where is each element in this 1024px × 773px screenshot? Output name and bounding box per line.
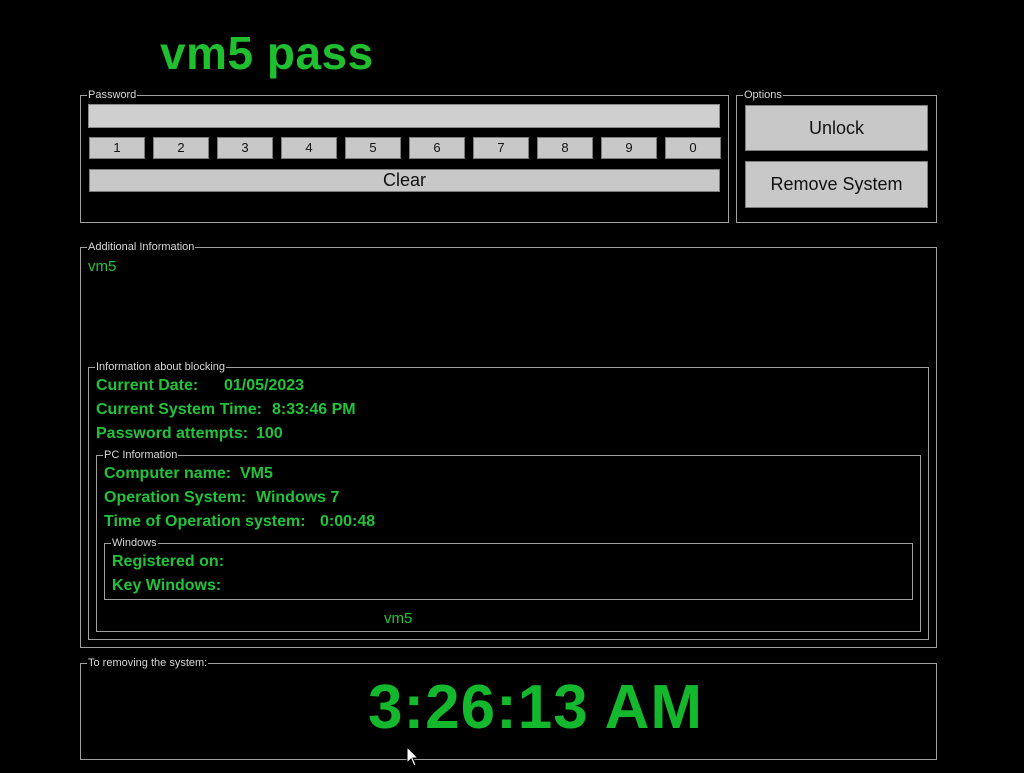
additional-info-legend: Additional Information bbox=[88, 241, 195, 253]
clear-button[interactable]: Clear bbox=[89, 169, 720, 192]
digit-button-7[interactable]: 7 bbox=[473, 137, 529, 159]
digit-button-9[interactable]: 9 bbox=[601, 137, 657, 159]
digit-button-5[interactable]: 5 bbox=[345, 137, 401, 159]
blocking-info-legend: Information about blocking bbox=[96, 361, 226, 373]
options-group-legend: Options bbox=[744, 89, 782, 101]
digit-button-8[interactable]: 8 bbox=[537, 137, 593, 159]
key-windows-label: Key Windows: bbox=[112, 577, 222, 594]
operation-system-label: Operation System: bbox=[104, 489, 247, 506]
digit-button-2[interactable]: 2 bbox=[153, 137, 209, 159]
windows-group: Windows bbox=[104, 537, 913, 600]
digit-button-0[interactable]: 0 bbox=[665, 137, 721, 159]
current-date-value: 01/05/2023 bbox=[224, 377, 305, 394]
os-uptime-value: 0:00:48 bbox=[320, 513, 376, 530]
removal-countdown: 3:26:13 AM bbox=[368, 673, 704, 742]
current-date-label: Current Date: bbox=[96, 377, 199, 394]
password-attempts-label: Password attempts: bbox=[96, 425, 249, 442]
pc-info-legend: PC Information bbox=[104, 449, 178, 461]
computer-name-value: VM5 bbox=[240, 465, 273, 482]
password-group-legend: Password bbox=[88, 89, 137, 101]
system-time-label: Current System Time: bbox=[96, 401, 262, 418]
operation-system-value: Windows 7 bbox=[256, 489, 340, 506]
password-attempts-value: 100 bbox=[256, 425, 283, 442]
digit-button-3[interactable]: 3 bbox=[217, 137, 273, 159]
removal-legend: To removing the system: bbox=[88, 657, 208, 669]
pc-info-footer-text: vm5 bbox=[384, 610, 413, 627]
app-title: vm5 pass bbox=[160, 27, 374, 79]
password-input[interactable] bbox=[88, 104, 720, 128]
registered-on-label: Registered on: bbox=[112, 553, 225, 570]
computer-name-label: Computer name: bbox=[104, 465, 232, 482]
additional-info-text: vm5 bbox=[88, 258, 117, 275]
mouse-cursor-icon bbox=[406, 745, 420, 773]
unlock-button[interactable]: Unlock bbox=[745, 105, 928, 151]
digit-button-1[interactable]: 1 bbox=[89, 137, 145, 159]
windows-legend: Windows bbox=[112, 537, 157, 549]
os-uptime-label: Time of Operation system: bbox=[104, 513, 306, 530]
digit-button-4[interactable]: 4 bbox=[281, 137, 337, 159]
digit-button-6[interactable]: 6 bbox=[409, 137, 465, 159]
system-time-value: 8:33:46 PM bbox=[272, 401, 356, 418]
remove-system-button[interactable]: Remove System bbox=[745, 161, 928, 208]
